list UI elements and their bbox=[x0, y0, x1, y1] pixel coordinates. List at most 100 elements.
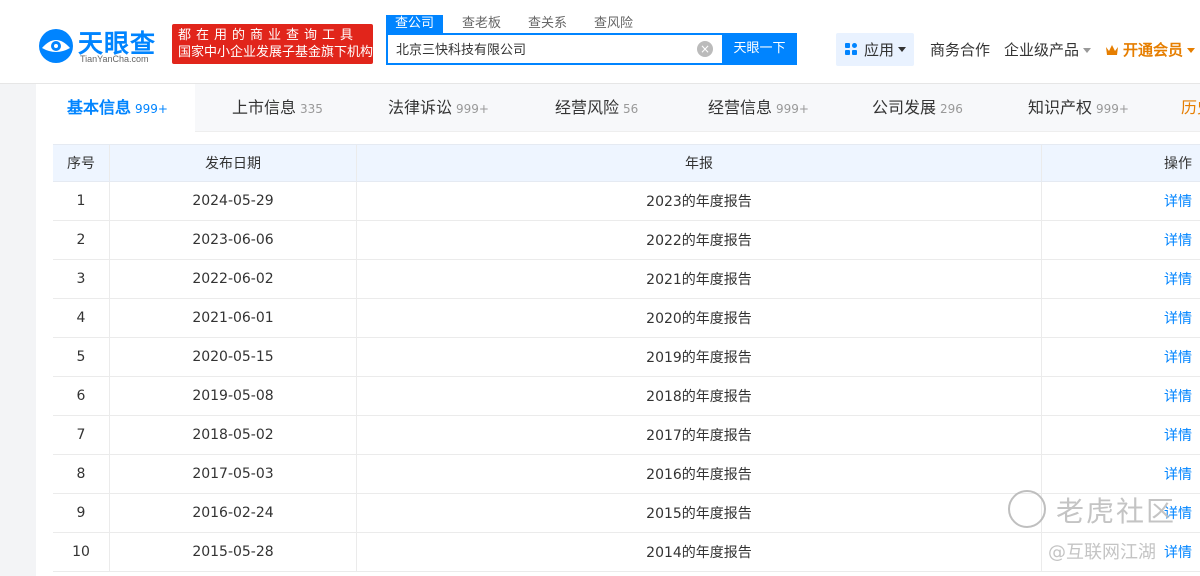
row-op-cell: 详情 bbox=[1042, 416, 1200, 454]
row-op-cell: 详情 bbox=[1042, 260, 1200, 298]
tab-count: 56 bbox=[623, 102, 639, 116]
row-op-cell: 详情 bbox=[1042, 182, 1200, 220]
nav-apps-button[interactable]: 应用 bbox=[836, 33, 914, 66]
row-report-title: 2019的年度报告 bbox=[357, 338, 1042, 376]
details-link[interactable]: 详情 bbox=[1156, 191, 1200, 211]
table-row: 2 2023-06-06 2022的年度报告 详情 bbox=[53, 221, 1200, 260]
column-header-op: 操作 bbox=[1042, 145, 1200, 181]
row-index: 6 bbox=[53, 377, 110, 415]
details-link[interactable]: 详情 bbox=[1156, 425, 1200, 445]
table-row: 9 2016-02-24 2015的年度报告 详情 bbox=[53, 494, 1200, 533]
tab-business-risk[interactable]: 经营风险 56 bbox=[555, 84, 638, 132]
tab-litigation[interactable]: 法律诉讼 999+ bbox=[388, 84, 489, 132]
table-row: 5 2020-05-15 2019的年度报告 详情 bbox=[53, 338, 1200, 377]
table-row: 4 2021-06-01 2020的年度报告 详情 bbox=[53, 299, 1200, 338]
row-op-cell: 详情 bbox=[1042, 494, 1200, 532]
tab-history[interactable]: 历史 bbox=[1181, 84, 1200, 132]
nav-enterprise-label: 企业级产品 bbox=[1004, 41, 1080, 59]
details-link[interactable]: 详情 bbox=[1156, 308, 1200, 328]
slogan-line-2: 国家中小企业发展子基金旗下机构 bbox=[178, 45, 374, 60]
table-row: 10 2015-05-28 2014的年度报告 详情 bbox=[53, 533, 1200, 572]
section-tabs: 基本信息 999+ 上市信息 335 法律诉讼 999+ 经营风险 56 经营信息 999… bbox=[36, 84, 1200, 132]
search-button[interactable]: 天眼一下 bbox=[722, 33, 797, 65]
tab-count: 999+ bbox=[776, 102, 809, 116]
tab-label: 基本信息 bbox=[67, 98, 132, 117]
search-tab-relation[interactable]: 查关系 bbox=[519, 15, 576, 33]
tab-basic-info[interactable]: 基本信息 999+ bbox=[36, 84, 195, 132]
row-op-cell: 详情 bbox=[1042, 221, 1200, 259]
tab-intellectual-property[interactable]: 知识产权 999+ bbox=[1028, 84, 1129, 132]
row-report-title: 2020的年度报告 bbox=[357, 299, 1042, 337]
row-publish-date: 2017-05-03 bbox=[110, 455, 357, 493]
nav-enterprise-menu[interactable]: 企业级产品 bbox=[1004, 39, 1092, 60]
row-publish-date: 2019-05-08 bbox=[110, 377, 357, 415]
crown-icon bbox=[1106, 45, 1118, 55]
chevron-down-icon bbox=[1083, 48, 1092, 53]
row-publish-date: 2024-05-29 bbox=[110, 182, 357, 220]
details-link[interactable]: 详情 bbox=[1156, 464, 1200, 484]
table-row: 3 2022-06-02 2021的年度报告 详情 bbox=[53, 260, 1200, 299]
table-row: 6 2019-05-08 2018的年度报告 详情 bbox=[53, 377, 1200, 416]
row-publish-date: 2018-05-02 bbox=[110, 416, 357, 454]
tab-label: 法律诉讼 bbox=[388, 98, 453, 117]
row-publish-date: 2020-05-15 bbox=[110, 338, 357, 376]
tab-company-development[interactable]: 公司发展 296 bbox=[872, 84, 963, 132]
tab-count: 335 bbox=[300, 102, 323, 116]
row-publish-date: 2016-02-24 bbox=[110, 494, 357, 532]
row-op-cell: 详情 bbox=[1042, 338, 1200, 376]
tab-business-info[interactable]: 经营信息 999+ bbox=[708, 84, 809, 132]
row-report-title: 2014的年度报告 bbox=[357, 533, 1042, 571]
main-content: 基本信息 999+ 上市信息 335 法律诉讼 999+ 经营风险 56 经营信息 999… bbox=[36, 84, 1200, 576]
table-body: 1 2024-05-29 2023的年度报告 详情 2 2023-06-06 2022的年度… bbox=[53, 182, 1200, 572]
apps-grid-icon bbox=[845, 43, 858, 56]
search-tab-risk[interactable]: 查风险 bbox=[585, 15, 642, 33]
tab-label: 上市信息 bbox=[232, 98, 297, 117]
row-publish-date: 2021-06-01 bbox=[110, 299, 357, 337]
row-report-title: 2016的年度报告 bbox=[357, 455, 1042, 493]
table-row: 1 2024-05-29 2023的年度报告 详情 bbox=[53, 182, 1200, 221]
nav-vip-menu[interactable]: 开通会员 bbox=[1105, 39, 1196, 60]
row-index: 5 bbox=[53, 338, 110, 376]
annual-report-table: 序号 发布日期 年报 操作 1 2024-05-29 2023的年度报告 详情 2 202… bbox=[53, 144, 1200, 572]
table-row: 7 2018-05-02 2017的年度报告 详情 bbox=[53, 416, 1200, 455]
details-link[interactable]: 详情 bbox=[1156, 347, 1200, 367]
details-link[interactable]: 详情 bbox=[1156, 386, 1200, 406]
tab-listing-info[interactable]: 上市信息 335 bbox=[232, 84, 323, 132]
search-box: × bbox=[386, 33, 722, 65]
row-op-cell: 详情 bbox=[1042, 299, 1200, 337]
details-link[interactable]: 详情 bbox=[1156, 230, 1200, 250]
details-link[interactable]: 详情 bbox=[1156, 503, 1200, 523]
nav-vip-label: 开通会员 bbox=[1123, 41, 1184, 59]
row-index: 3 bbox=[53, 260, 110, 298]
slogan-banner: 都在用的商业查询工具 国家中小企业发展子基金旗下机构 bbox=[172, 24, 373, 64]
tab-count: 999+ bbox=[456, 102, 489, 116]
row-report-title: 2022的年度报告 bbox=[357, 221, 1042, 259]
row-publish-date: 2022-06-02 bbox=[110, 260, 357, 298]
tab-label: 经营信息 bbox=[708, 98, 773, 117]
row-index: 9 bbox=[53, 494, 110, 532]
search-input[interactable] bbox=[396, 41, 686, 56]
search-tab-company[interactable]: 查公司 bbox=[386, 15, 444, 33]
row-index: 8 bbox=[53, 455, 110, 493]
top-header: 天眼查 TianYanCha.com 都在用的商业查询工具 国家中小企业发展子基… bbox=[0, 0, 1200, 84]
tab-label: 经营风险 bbox=[555, 98, 620, 117]
nav-business-link[interactable]: 商务合作 bbox=[930, 39, 990, 60]
row-publish-date: 2023-06-06 bbox=[110, 221, 357, 259]
row-index: 10 bbox=[53, 533, 110, 571]
details-link[interactable]: 详情 bbox=[1156, 269, 1200, 289]
tab-label: 公司发展 bbox=[872, 98, 937, 117]
chevron-down-icon bbox=[898, 47, 907, 52]
search-tab-boss[interactable]: 查老板 bbox=[453, 15, 510, 33]
row-report-title: 2015的年度报告 bbox=[357, 494, 1042, 532]
row-report-title: 2017的年度报告 bbox=[357, 416, 1042, 454]
column-header-report: 年报 bbox=[357, 145, 1042, 181]
column-header-idx: 序号 bbox=[53, 145, 110, 181]
row-op-cell: 详情 bbox=[1042, 377, 1200, 415]
search-type-tabs: 查公司 查老板 查关系 查风险 bbox=[386, 15, 651, 33]
row-index: 1 bbox=[53, 182, 110, 220]
tianyancha-logo[interactable]: 天眼查 TianYanCha.com bbox=[36, 24, 164, 66]
tab-count: 999+ bbox=[135, 102, 168, 116]
tab-count: 999+ bbox=[1096, 102, 1129, 116]
details-link[interactable]: 详情 bbox=[1156, 542, 1200, 562]
clear-icon[interactable]: × bbox=[697, 41, 713, 57]
